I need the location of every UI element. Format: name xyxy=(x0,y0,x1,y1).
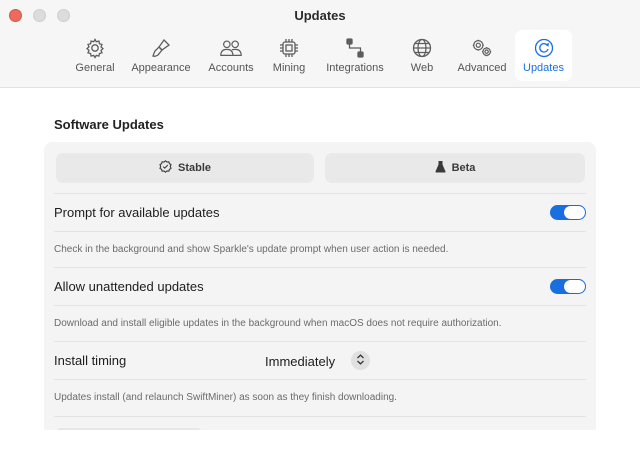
tab-label: Integrations xyxy=(326,62,384,74)
install-timing-description: Updates install (and relaunch SwiftMiner… xyxy=(54,392,397,403)
unattended-updates-label: Allow unattended updates xyxy=(54,279,204,294)
integrations-icon xyxy=(343,36,367,60)
gear-icon xyxy=(83,36,107,60)
divider xyxy=(54,416,586,417)
divider xyxy=(54,231,586,232)
divider xyxy=(54,305,586,306)
divider xyxy=(54,379,586,380)
check-seal-icon xyxy=(159,160,172,176)
globe-icon xyxy=(410,36,434,60)
prompt-updates-description: Check in the background and show Sparkle… xyxy=(54,244,449,255)
prompt-updates-toggle[interactable] xyxy=(550,205,586,220)
channel-label: Stable xyxy=(177,162,211,174)
tab-appearance[interactable]: Appearance xyxy=(126,30,196,81)
install-timing-popup[interactable]: Immediately xyxy=(265,354,335,369)
gears-icon xyxy=(470,36,494,60)
unattended-updates-toggle[interactable] xyxy=(550,279,586,294)
chevron-up-down-icon xyxy=(356,352,365,370)
tab-label: Updates xyxy=(523,62,564,74)
paintbrush-icon xyxy=(149,36,173,60)
install-timing-label: Install timing xyxy=(54,353,127,368)
tab-label: Appearance xyxy=(131,62,191,74)
flask-icon xyxy=(435,160,446,176)
window-toolbar: Updates General Appearance Accounts Mini… xyxy=(0,0,640,88)
install-timing-stepper[interactable] xyxy=(351,351,370,370)
window-title: Updates xyxy=(294,8,346,23)
prompt-updates-label: Prompt for available updates xyxy=(54,205,220,220)
tab-label: General xyxy=(75,62,115,74)
preferences-tabs: General Appearance Accounts Mining Integ… xyxy=(0,30,640,82)
toggle-knob xyxy=(564,280,585,293)
tab-label: Mining xyxy=(272,62,306,74)
cpu-chip-icon xyxy=(277,36,301,60)
check-for-updates-button[interactable] xyxy=(56,428,202,430)
tab-accounts[interactable]: Accounts xyxy=(202,30,260,81)
tab-updates[interactable]: Updates xyxy=(515,30,572,81)
tab-mining[interactable]: Mining xyxy=(266,30,312,81)
tab-web[interactable]: Web xyxy=(400,30,444,81)
tab-integrations[interactable]: Integrations xyxy=(318,30,392,81)
divider xyxy=(54,193,586,194)
tab-label: Web xyxy=(410,62,434,74)
divider xyxy=(54,267,586,268)
tab-label: Advanced xyxy=(457,62,507,74)
channel-label: Beta xyxy=(451,162,476,174)
software-updates-panel: Stable Beta Prompt for available updates… xyxy=(44,142,596,430)
divider xyxy=(54,341,586,342)
section-title: Software Updates xyxy=(54,117,164,132)
tab-label: Accounts xyxy=(208,62,254,74)
channel-beta-button[interactable]: Beta xyxy=(325,153,585,183)
toggle-knob xyxy=(564,206,585,219)
channel-stable-button[interactable]: Stable xyxy=(56,153,314,183)
people-icon xyxy=(219,36,243,60)
refresh-icon xyxy=(532,36,556,60)
tab-general[interactable]: General xyxy=(70,30,120,81)
tab-advanced[interactable]: Advanced xyxy=(452,30,512,81)
unattended-updates-description: Download and install eligible updates in… xyxy=(54,318,502,329)
